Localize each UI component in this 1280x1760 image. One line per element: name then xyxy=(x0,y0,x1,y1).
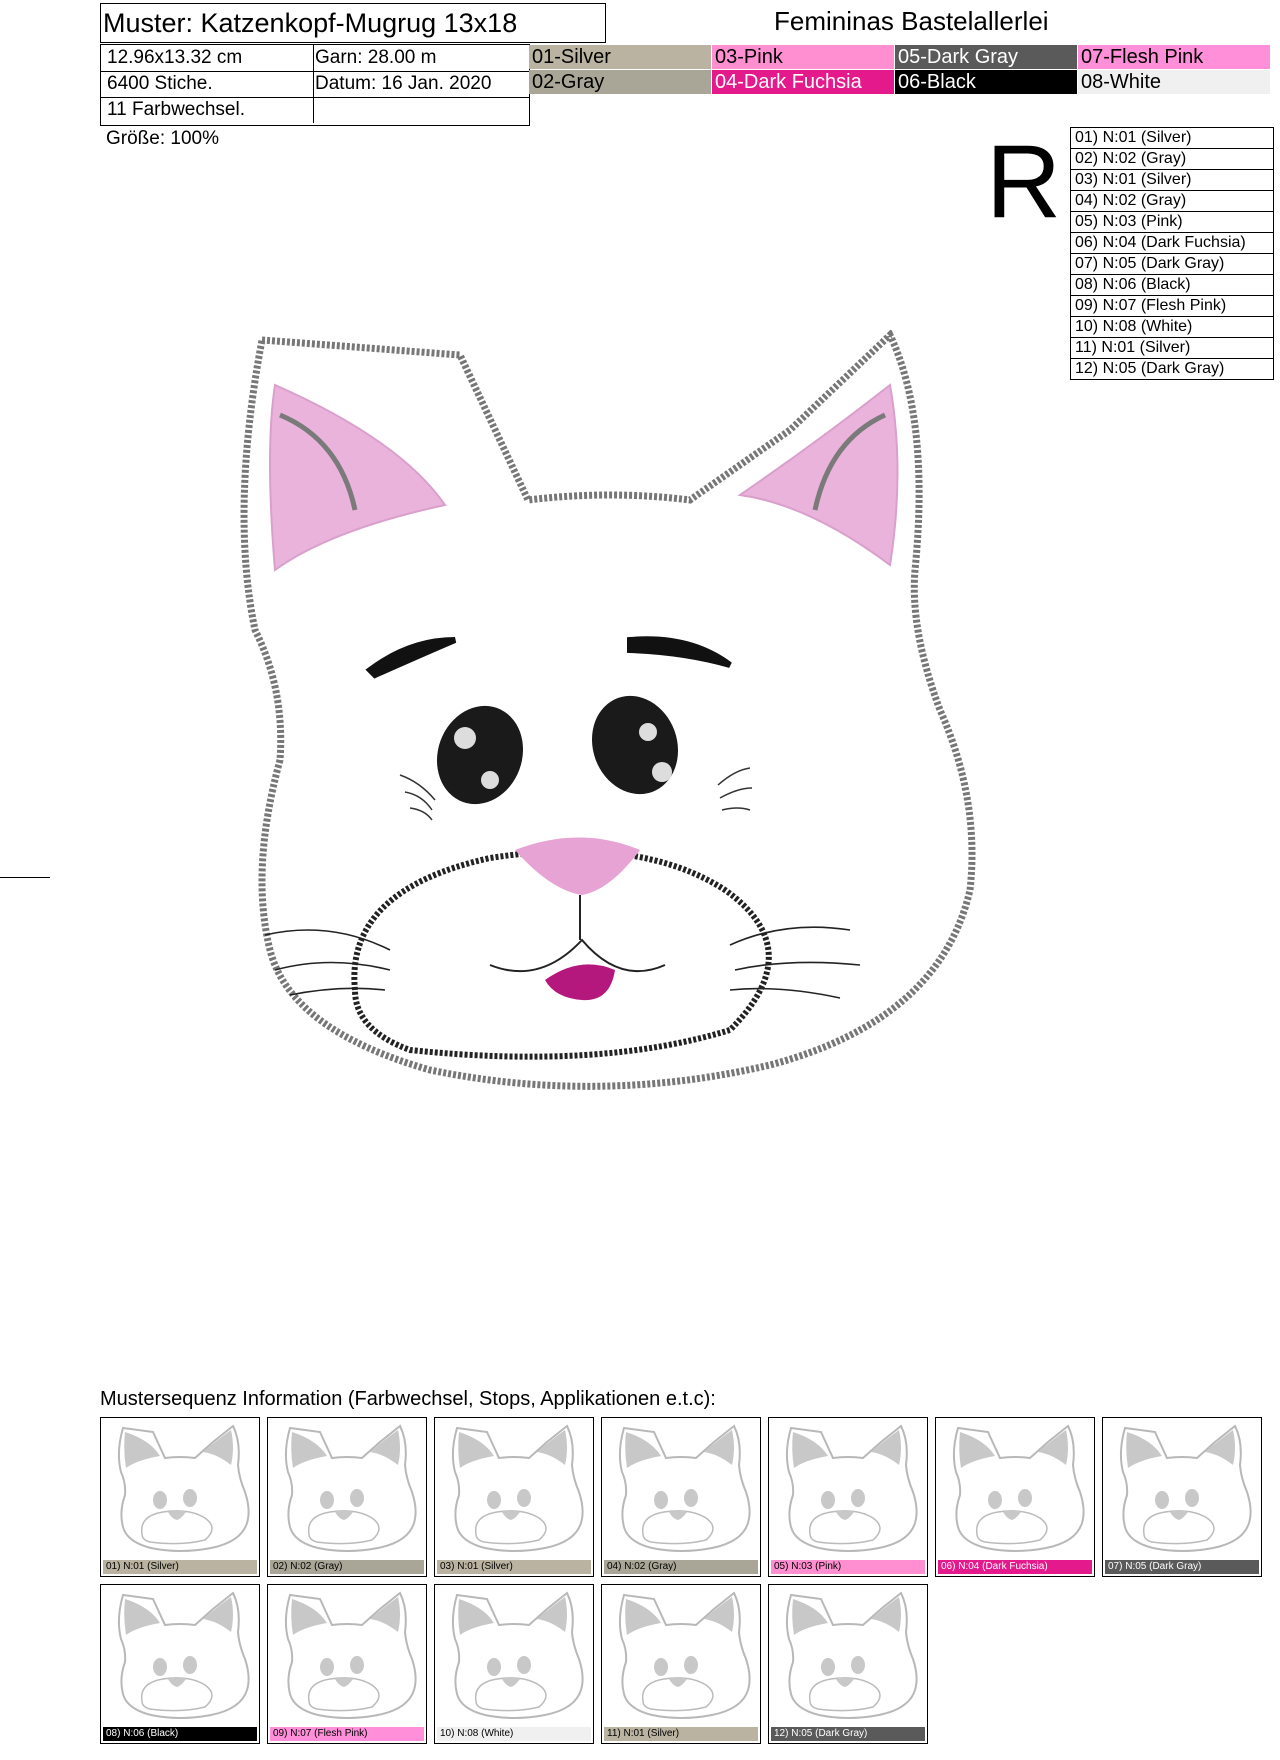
thread-length: Garn: 28.00 m xyxy=(315,47,437,68)
r-marker: R xyxy=(986,124,1062,240)
right-eye-highlight xyxy=(639,723,657,741)
nose xyxy=(515,837,640,895)
sequence-thumb-label: 08) N:06 (Black) xyxy=(103,1727,257,1741)
step-item: 01) N:01 (Silver) xyxy=(1071,128,1273,149)
sequence-thumb-label: 03) N:01 (Silver) xyxy=(437,1560,591,1574)
palette-swatch: 04-Dark Fuchsia xyxy=(712,70,894,94)
palette-swatch: 02-Gray xyxy=(529,70,711,94)
sequence-thumb-label: 06) N:04 (Dark Fuchsia) xyxy=(938,1560,1092,1574)
sequence-thumb-label: 11) N:01 (Silver) xyxy=(604,1727,758,1741)
step-item: 04) N:02 (Gray) xyxy=(1071,191,1273,212)
palette-swatch: 03-Pink xyxy=(712,45,894,69)
sequence-thumb: 07) N:05 (Dark Gray) xyxy=(1102,1417,1262,1577)
sequence-thumb-label: 05) N:03 (Pink) xyxy=(771,1560,925,1574)
info-row: 6400 Stiche. Datum: 16 Jan. 2020 xyxy=(101,71,529,98)
sequence-thumb-label: 02) N:02 (Gray) xyxy=(270,1560,424,1574)
info-table: 12.96x13.32 cm Garn: 28.00 m 6400 Stiche… xyxy=(100,44,530,126)
sequence-thumb: 03) N:01 (Silver) xyxy=(434,1417,594,1577)
left-eye-highlight xyxy=(454,727,476,749)
sequence-thumb: 01) N:01 (Silver) xyxy=(100,1417,260,1577)
step-item: 09) N:07 (Flesh Pink) xyxy=(1071,296,1273,317)
size-percent: Größe: 100% xyxy=(106,128,219,149)
left-ear-inner xyxy=(269,383,447,572)
right-ear-inner xyxy=(737,383,899,567)
sequence-thumb-label: 09) N:07 (Flesh Pink) xyxy=(270,1727,424,1741)
sequence-thumb: 09) N:07 (Flesh Pink) xyxy=(267,1584,427,1744)
stitch-count: 6400 Stiche. xyxy=(107,73,213,94)
info-row: 11 Farbwechsel. xyxy=(101,97,529,123)
step-item: 03) N:01 (Silver) xyxy=(1071,170,1273,191)
step-item: 08) N:06 (Black) xyxy=(1071,275,1273,296)
left-eyebrow xyxy=(365,637,457,679)
sequence-thumb-label: 07) N:05 (Dark Gray) xyxy=(1105,1560,1259,1574)
sequence-thumb: 06) N:04 (Dark Fuchsia) xyxy=(935,1417,1095,1577)
palette-swatch: 01-Silver xyxy=(529,45,711,69)
sequence-thumb: 12) N:05 (Dark Gray) xyxy=(768,1584,928,1744)
date: Datum: 16 Jan. 2020 xyxy=(315,73,492,94)
sequence-thumb-label: 01) N:01 (Silver) xyxy=(103,1560,257,1574)
sequence-thumb-label: 04) N:02 (Gray) xyxy=(604,1560,758,1574)
palette-swatch: 06-Black xyxy=(895,70,1077,94)
right-eyebrow xyxy=(627,636,732,668)
step-item: 05) N:03 (Pink) xyxy=(1071,212,1273,233)
sequence-thumb: 02) N:02 (Gray) xyxy=(267,1417,427,1577)
right-eye-highlight xyxy=(652,762,672,782)
sequence-thumb: 04) N:02 (Gray) xyxy=(601,1417,761,1577)
margin-tick xyxy=(0,877,50,878)
step-item: 10) N:08 (White) xyxy=(1071,317,1273,338)
palette-swatch: 08-White xyxy=(1078,70,1270,94)
sequence-title: Mustersequenz Information (Farbwechsel, … xyxy=(100,1388,716,1410)
step-list: 01) N:01 (Silver) 02) N:02 (Gray) 03) N:… xyxy=(1070,127,1274,380)
sequence-thumb: 05) N:03 (Pink) xyxy=(768,1417,928,1577)
color-change-count: 11 Farbwechsel. xyxy=(107,99,245,120)
step-item: 07) N:05 (Dark Gray) xyxy=(1071,254,1273,275)
step-item: 11) N:01 (Silver) xyxy=(1071,338,1273,359)
info-row: 12.96x13.32 cm Garn: 28.00 m xyxy=(101,45,529,72)
tongue xyxy=(545,964,615,1001)
sequence-thumb-label: 12) N:05 (Dark Gray) xyxy=(771,1727,925,1741)
step-item: 12) N:05 (Dark Gray) xyxy=(1075,360,1225,377)
right-eye xyxy=(591,695,679,795)
sequence-thumb: 10) N:08 (White) xyxy=(434,1584,594,1744)
pattern-title: Muster: Katzenkopf-Mugrug 13x18 xyxy=(100,3,606,43)
left-eye xyxy=(436,705,524,805)
cat-head-illustration xyxy=(240,330,976,1090)
brand-name: Femininas Bastelallerlei xyxy=(774,6,1049,36)
step-item: 02) N:02 (Gray) xyxy=(1071,149,1273,170)
palette-swatch: 07-Flesh Pink xyxy=(1078,45,1270,69)
left-eye-highlight xyxy=(481,771,499,789)
step-item: 06) N:04 (Dark Fuchsia) xyxy=(1071,233,1273,254)
design-size: 12.96x13.32 cm xyxy=(107,47,243,68)
sequence-thumb: 11) N:01 (Silver) xyxy=(601,1584,761,1744)
palette-swatch: 05-Dark Gray xyxy=(895,45,1077,69)
sequence-thumb-label: 10) N:08 (White) xyxy=(437,1727,591,1741)
sequence-thumb: 08) N:06 (Black) xyxy=(100,1584,260,1744)
